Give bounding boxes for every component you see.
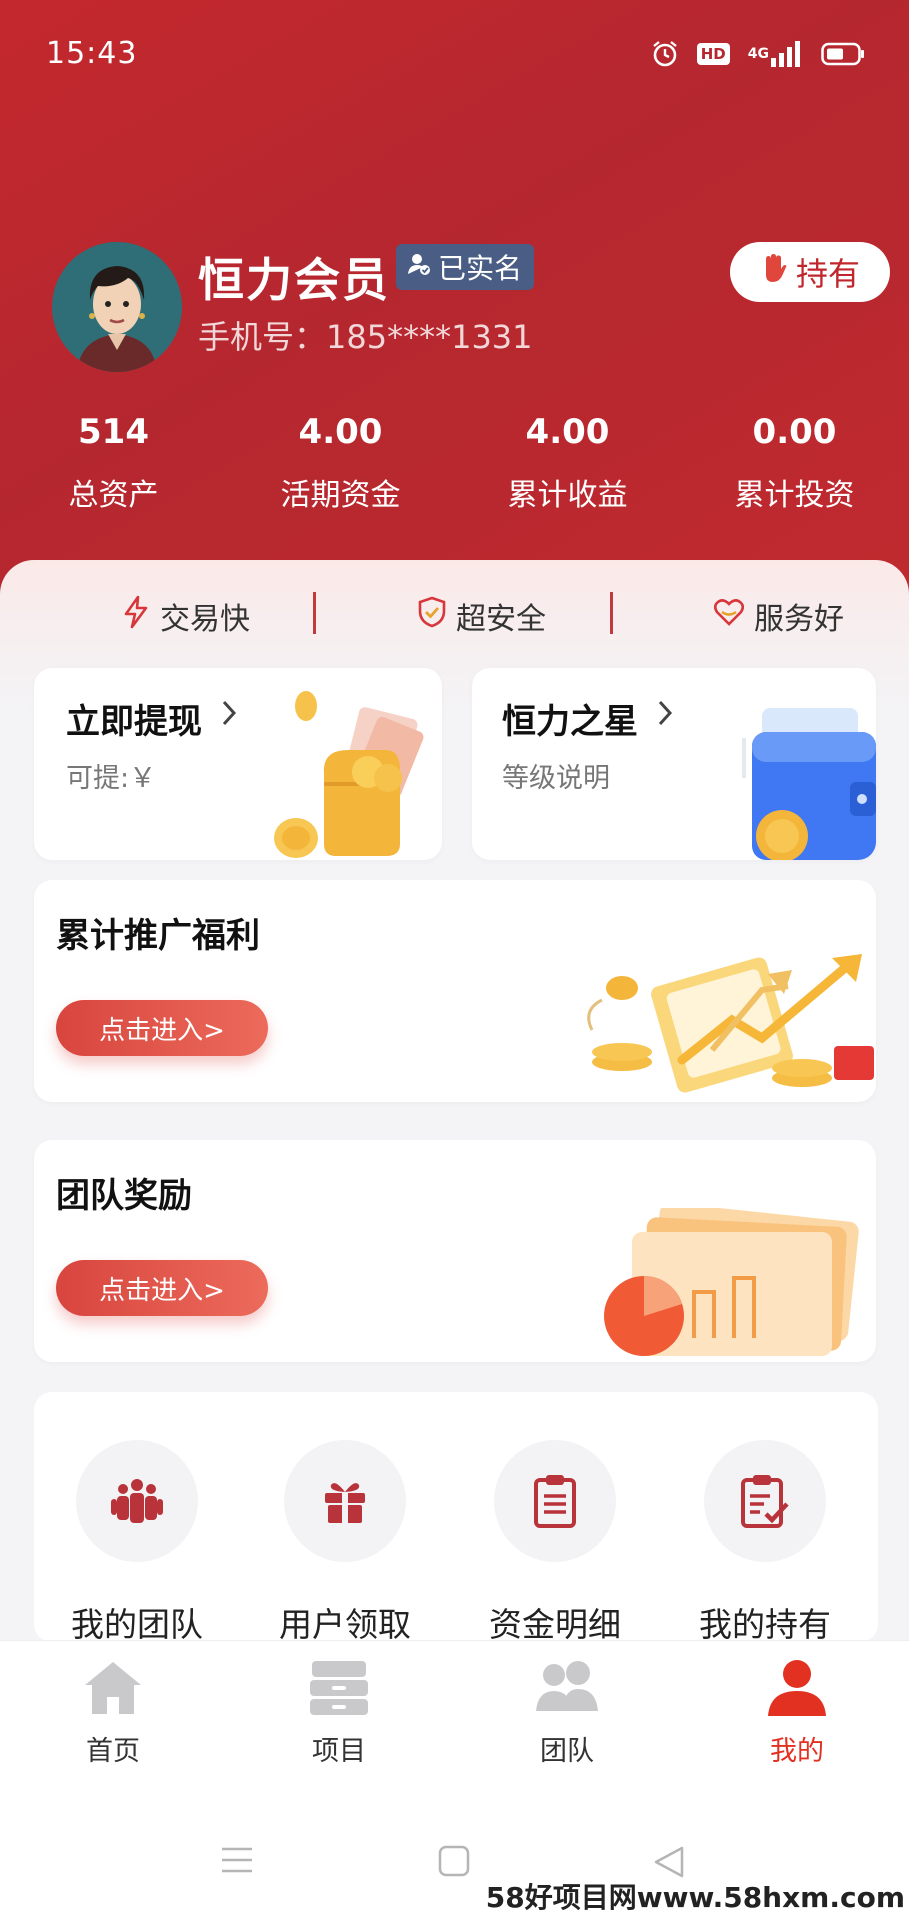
watermark-text: 58好项目网www.58hxm.com [485,1881,905,1914]
bottom-tab-bar: 首页 项目 团队 我的 [0,1640,909,1768]
menu-my-team[interactable]: 我的团队 [52,1440,222,1646]
feature-fast: 交易快 [122,594,250,638]
hand-icon [760,253,788,291]
menu-label: 用户领取 [279,1605,411,1644]
phone-number: 手机号：185****1331 [198,318,533,356]
menu-fund-details[interactable]: 资金明细 [470,1440,640,1646]
verified-label: 已实名 [438,252,523,285]
quick-menu: 我的团队 用户领取 资金明细 我的持有 [34,1392,878,1644]
group-icon [534,1661,600,1721]
stat-value: 4.00 [525,412,610,452]
system-nav-bar: 58好项目网www.58hxm.com [0,1765,909,1920]
star-card[interactable]: 恒力之星 等级说明 [472,668,876,860]
stat-label: 累计收益 [507,478,628,513]
withdraw-title: 立即提现 [66,702,202,742]
avatar[interactable] [52,242,182,372]
tab-label: 项目 [312,1736,366,1767]
shield-check-icon [418,596,446,636]
feature-safe: 超安全 [418,594,546,638]
documents-chart-illustration [584,1202,876,1362]
blue-wallet-illustration [742,704,876,860]
signal-icon: 4G [748,41,803,67]
menu-label: 资金明细 [489,1605,621,1644]
status-bar: 15:43 HD 4G [0,0,909,110]
tab-team[interactable]: 团队 [492,1659,642,1768]
status-time: 15:43 [46,36,138,71]
stat-label: 活期资金 [280,478,401,513]
clipboard-icon [494,1440,616,1562]
tab-home[interactable]: 首页 [38,1659,188,1768]
hd-icon: HD [696,43,730,65]
tab-label: 我的 [770,1736,824,1767]
stat-value: 0.00 [752,412,837,452]
promotion-enter-button[interactable]: 点击进入> [56,1000,268,1056]
withdraw-card[interactable]: 立即提现 可提:￥ [34,668,442,860]
divider [610,592,613,634]
team-rewards-card[interactable]: 团队奖励 点击进入> [34,1140,876,1362]
divider [313,592,316,634]
heart-icon [713,598,745,634]
feature-strip: 交易快 超安全 服务好 [0,580,909,650]
menu-label: 我的团队 [71,1605,203,1644]
lightning-icon [122,595,150,637]
status-icons: HD 4G [651,40,865,68]
level-description-link: 等级说明 [502,763,610,794]
menu-icon[interactable] [220,1845,254,1879]
profile-section: 恒力会员 已实名 手机号：185****1331 持有 [52,242,890,372]
menu-my-holdings[interactable]: 我的持有 [680,1440,850,1646]
holdings-button[interactable]: 持有 [730,242,890,302]
menu-user-claim[interactable]: 用户领取 [260,1440,430,1646]
coin-wallet-illustration [272,688,442,860]
stat-current-funds[interactable]: 4.00 活期资金 [227,412,454,514]
feature-label: 服务好 [754,602,844,637]
home-square-icon[interactable] [438,1845,470,1881]
drawer-icon [308,1661,370,1721]
chevron-right-icon [218,696,240,734]
tab-label: 团队 [540,1736,594,1767]
promotion-title: 累计推广福利 [56,916,260,956]
team-rewards-title: 团队奖励 [56,1176,192,1216]
stat-label: 总资产 [68,478,159,513]
team-enter-button[interactable]: 点击进入> [56,1260,268,1316]
holdings-label: 持有 [795,255,860,293]
user-icon [766,1660,828,1721]
team-icon [76,1440,198,1562]
alarm-icon [651,40,679,68]
battery-icon [821,42,865,66]
withdraw-available: 可提:￥ [66,763,157,794]
feature-label: 超安全 [456,602,546,637]
stat-total-earnings[interactable]: 4.00 累计收益 [454,412,681,514]
tab-label: 首页 [86,1736,140,1767]
stat-value: 4.00 [298,412,383,452]
stat-label: 累计投资 [734,478,855,513]
header-background: 15:43 HD 4G 恒力会员 已实名 手机号：185****1331 持有 … [0,0,909,600]
stats-row: 514 总资产 4.00 活期资金 4.00 累计收益 0.00 累计投资 [0,412,909,514]
verified-user-icon [406,251,432,284]
growth-tablet-illustration [562,950,876,1102]
promotion-benefits-card[interactable]: 累计推广福利 点击进入> [34,880,876,1102]
username: 恒力会员 [198,253,390,307]
network-type-label: 4G [747,46,769,62]
stat-value: 514 [78,412,149,452]
feature-label: 交易快 [160,602,250,637]
feature-service: 服务好 [713,594,844,638]
verified-badge: 已实名 [396,244,535,290]
tab-projects[interactable]: 项目 [264,1659,414,1768]
stat-total-assets[interactable]: 514 总资产 [0,412,227,514]
menu-label: 我的持有 [699,1605,831,1644]
stat-total-investment[interactable]: 0.00 累计投资 [681,412,908,514]
gift-icon [284,1440,406,1562]
tab-mine[interactable]: 我的 [722,1659,872,1768]
star-title: 恒力之星 [502,702,638,742]
chevron-right-icon [654,696,676,734]
home-icon [82,1662,144,1721]
checklist-icon [704,1440,826,1562]
